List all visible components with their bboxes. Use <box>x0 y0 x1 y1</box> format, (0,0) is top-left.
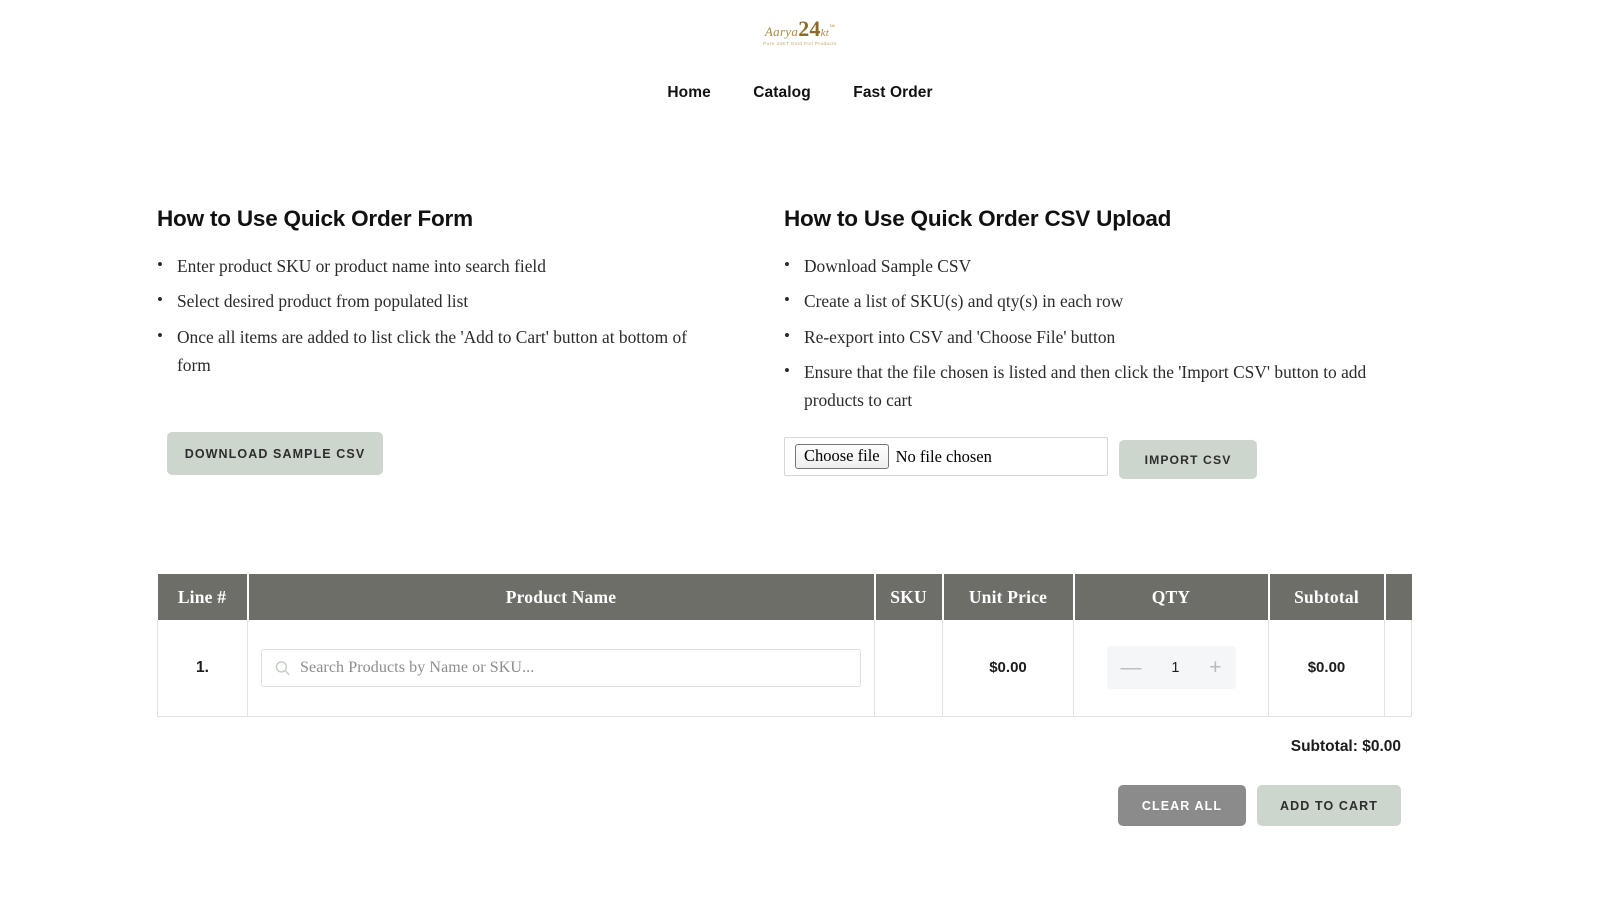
import-csv-button[interactable]: Import CSV <box>1119 440 1257 479</box>
csv-file-input[interactable]: Choose file No file chosen <box>784 437 1108 476</box>
logo-number: 24 <box>798 16 821 41</box>
logo-wordmark: Aarya24kt™ <box>763 18 837 40</box>
download-sample-csv-button[interactable]: Download Sample CSV <box>167 432 383 475</box>
cell-sku <box>874 620 943 717</box>
qty-increment-button[interactable]: + <box>1209 657 1221 678</box>
csv-instructions-list: Download Sample CSV Create a list of SKU… <box>784 251 1411 415</box>
list-item: Re-export into CSV and 'Choose File' but… <box>784 322 1411 351</box>
cell-row-action[interactable] <box>1384 620 1412 717</box>
file-chosen-status: No file chosen <box>895 446 992 466</box>
site-logo[interactable]: Aarya24kt™ Pure 24KT Gold Foil Products <box>763 18 837 47</box>
quick-order-page: Aarya24kt™ Pure 24KT Gold Foil Products … <box>0 0 1600 900</box>
logo-name: Aarya <box>764 24 799 39</box>
qty-value[interactable]: 1 <box>1171 660 1179 676</box>
logo-trademark-icon: ™ <box>828 24 836 31</box>
instructions-section: How to Use Quick Order Form Enter produc… <box>157 206 1411 422</box>
quick-order-form-instructions: How to Use Quick Order Form Enter produc… <box>157 206 715 422</box>
cell-row-subtotal: $0.00 <box>1268 620 1385 717</box>
cart-subtotal: Subtotal: $0.00 <box>1290 738 1401 755</box>
list-item: Download Sample CSV <box>784 251 1411 280</box>
clear-all-button[interactable]: Clear All <box>1118 785 1246 826</box>
list-item: Once all items are added to list click t… <box>157 322 715 380</box>
csv-upload-instructions: How to Use Quick Order CSV Upload Downlo… <box>784 206 1411 422</box>
main-navigation: Home Catalog Fast Order <box>0 84 1600 102</box>
column-header-sku: SKU <box>874 574 944 620</box>
form-instructions-title: How to Use Quick Order Form <box>157 206 473 231</box>
column-header-product-name: Product Name <box>247 574 876 620</box>
cell-qty: — 1 + <box>1073 620 1269 717</box>
qty-decrement-button[interactable]: — <box>1121 657 1142 678</box>
table-header-row: Line # Product Name SKU Unit Price QTY S… <box>157 574 1412 620</box>
logo-tagline: Pure 24KT Gold Foil Products <box>763 41 837 46</box>
cell-line-number: 1. <box>157 620 248 717</box>
form-action-buttons: Clear All Add to Cart <box>1118 785 1401 826</box>
table-row: 1. Search Products by Name or SKU... $0.… <box>157 620 1412 717</box>
product-search-input[interactable]: Search Products by Name or SKU... <box>261 648 861 687</box>
list-item: Create a list of SKU(s) and qty(s) in ea… <box>784 286 1411 315</box>
csv-instructions-title: How to Use Quick Order CSV Upload <box>784 206 1172 231</box>
nav-item-home[interactable]: Home <box>667 84 710 102</box>
list-item: Ensure that the file chosen is listed an… <box>784 357 1411 415</box>
choose-file-button[interactable]: Choose file <box>795 444 889 469</box>
column-header-subtotal: Subtotal <box>1268 574 1386 620</box>
logo-kt: kt <box>820 27 829 39</box>
nav-item-fast-order[interactable]: Fast Order <box>853 84 932 102</box>
list-item: Enter product SKU or product name into s… <box>157 251 715 280</box>
add-to-cart-button[interactable]: Add to Cart <box>1257 785 1401 826</box>
quick-order-table: Line # Product Name SKU Unit Price QTY S… <box>157 574 1412 717</box>
table-header: Line # Product Name SKU Unit Price QTY S… <box>157 574 1412 620</box>
table-body: 1. Search Products by Name or SKU... $0.… <box>157 620 1412 717</box>
search-icon <box>275 661 290 675</box>
nav-item-catalog[interactable]: Catalog <box>753 84 811 102</box>
cell-unit-price: $0.00 <box>942 620 1074 717</box>
column-header-unit-price: Unit Price <box>942 574 1075 620</box>
quantity-stepper[interactable]: — 1 + <box>1106 646 1236 690</box>
site-header: Aarya24kt™ Pure 24KT Gold Foil Products … <box>0 0 1600 102</box>
search-placeholder-text: Search Products by Name or SKU... <box>300 658 535 676</box>
cell-product-search: Search Products by Name or SKU... <box>247 620 875 717</box>
list-item: Select desired product from populated li… <box>157 286 715 315</box>
column-header-action <box>1384 574 1412 620</box>
column-header-line: Line # <box>157 574 249 620</box>
form-instructions-list: Enter product SKU or product name into s… <box>157 251 715 380</box>
csv-upload-controls: Choose file No file chosen Import CSV <box>784 437 1257 479</box>
column-header-qty: QTY <box>1073 574 1270 620</box>
